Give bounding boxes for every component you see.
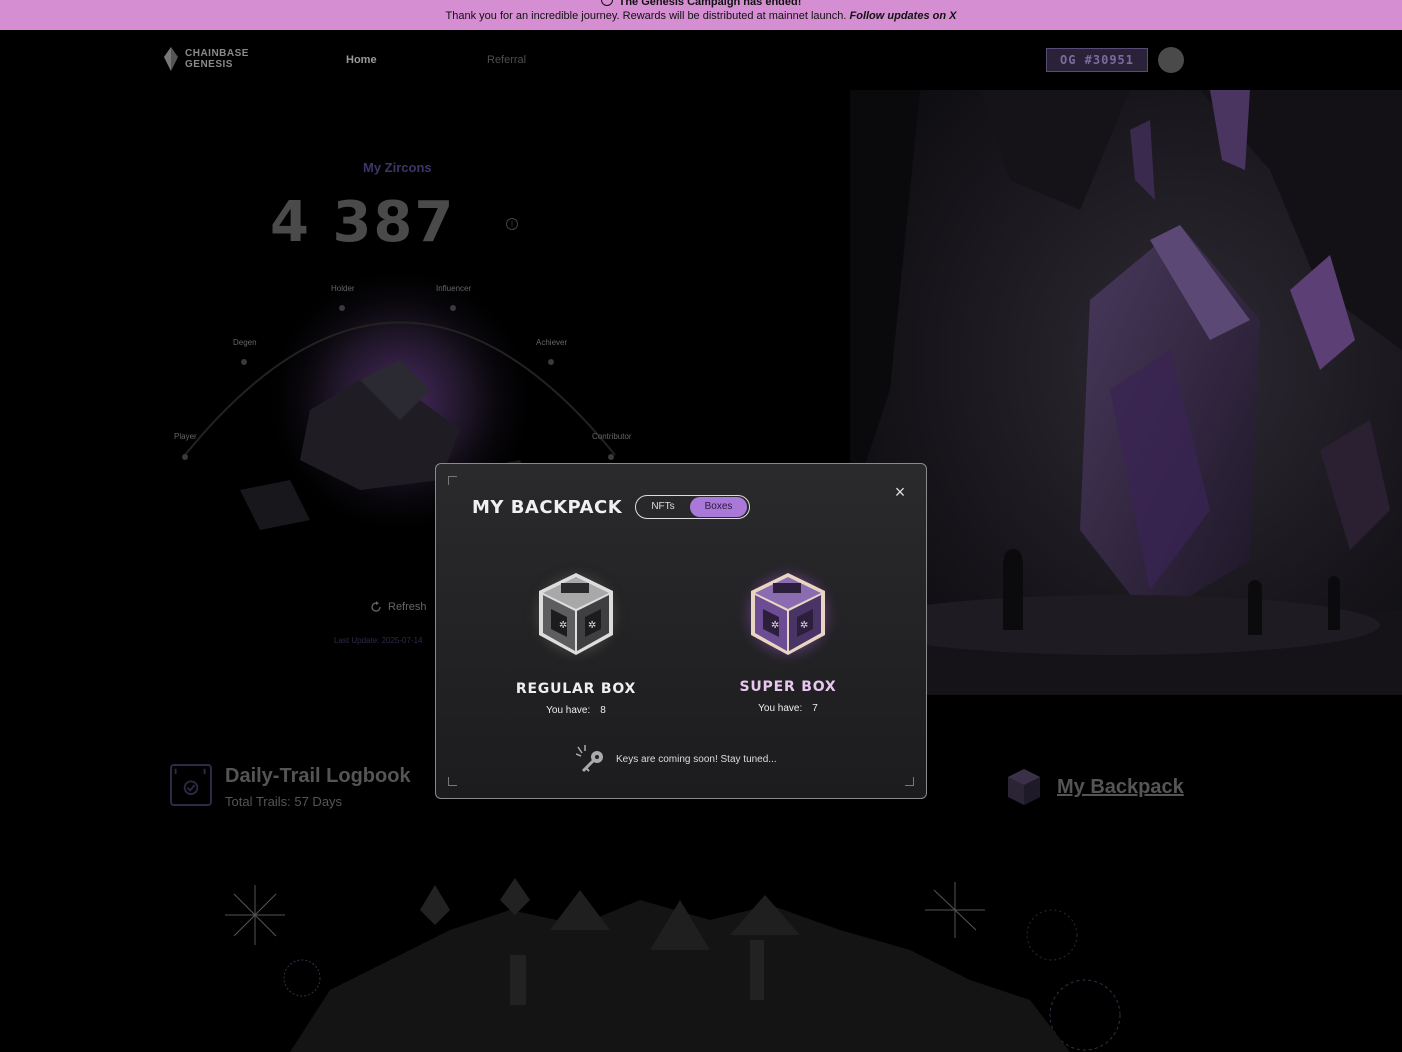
super-box-card[interactable]: ✲ ✲ SUPER BOX You have: 7 bbox=[718, 559, 858, 714]
svg-text:✲: ✲ bbox=[800, 620, 808, 631]
node-label-degen: Degen bbox=[233, 338, 257, 347]
tab-boxes[interactable]: Boxes bbox=[690, 497, 747, 517]
logo-line-2: GENESIS bbox=[185, 59, 233, 70]
regular-box-card[interactable]: ✲ ✲ REGULAR BOX You have: 8 bbox=[506, 559, 646, 716]
svg-text:✲: ✲ bbox=[588, 620, 596, 631]
banner-headline: The Genesis Campaign has ended! bbox=[0, 0, 1402, 8]
node-label-player: Player bbox=[174, 432, 197, 441]
logbook-title[interactable]: Daily-Trail Logbook bbox=[225, 765, 411, 788]
node-label-holder: Holder bbox=[331, 284, 355, 293]
corner-decoration bbox=[448, 777, 457, 786]
node-label-achiever: Achiever bbox=[536, 338, 568, 347]
village-illustration bbox=[225, 878, 1121, 1052]
corner-decoration bbox=[448, 476, 457, 485]
svg-text:✲: ✲ bbox=[559, 620, 567, 631]
crystal-logo-icon bbox=[164, 47, 178, 71]
refresh-button[interactable]: Refresh bbox=[370, 601, 427, 613]
modal-title: MY BACKPACK bbox=[472, 497, 623, 518]
key-icon bbox=[576, 745, 603, 773]
backpack-modal: MY BACKPACK NFTs Boxes × ✲ ✲ REGULAR BOX… bbox=[435, 463, 927, 799]
svg-text:✲: ✲ bbox=[771, 620, 779, 631]
nav-home[interactable]: Home bbox=[346, 54, 377, 66]
zircons-value: 4 387 bbox=[270, 190, 456, 255]
crystal-cave-illustration bbox=[850, 90, 1402, 695]
top-nav: CHAINBASE GENESIS Home Referral OG #3095… bbox=[0, 30, 1402, 90]
backpack-tabs: NFTs Boxes bbox=[635, 495, 750, 519]
node-label-contributor: Contributor bbox=[592, 432, 632, 441]
super-box-icon: ✲ ✲ bbox=[734, 560, 842, 668]
refresh-icon bbox=[371, 601, 381, 612]
close-icon[interactable]: × bbox=[892, 483, 908, 501]
super-box-name: SUPER BOX bbox=[739, 679, 837, 695]
my-backpack-link[interactable]: My Backpack bbox=[1057, 776, 1184, 799]
logo[interactable]: CHAINBASE GENESIS bbox=[164, 47, 249, 71]
super-box-count: You have: 7 bbox=[758, 703, 818, 714]
announcement-banner: The Genesis Campaign has ended! Thank yo… bbox=[0, 0, 1402, 30]
avatar[interactable] bbox=[1158, 47, 1184, 73]
logbook-total-trails: Total Trails: 57 Days bbox=[225, 794, 343, 809]
zircons-title: My Zircons bbox=[363, 160, 432, 175]
banner-message: Thank you for an incredible journey. Rew… bbox=[445, 10, 957, 22]
keys-note: Keys are coming soon! Stay tuned... bbox=[576, 745, 777, 773]
logo-line-1: CHAINBASE bbox=[185, 48, 249, 59]
regular-box-icon: ✲ ✲ bbox=[522, 560, 630, 668]
corner-decoration bbox=[905, 777, 914, 786]
calendar-icon bbox=[170, 764, 212, 806]
info-icon[interactable]: i bbox=[506, 218, 518, 230]
clock-icon bbox=[600, 0, 613, 6]
nav-referral[interactable]: Referral bbox=[487, 54, 526, 66]
tab-nfts[interactable]: NFTs bbox=[636, 497, 690, 517]
follow-x-link[interactable]: Follow updates on X bbox=[850, 10, 957, 22]
node-label-influencer: Influencer bbox=[436, 284, 472, 293]
og-badge: OG #30951 bbox=[1046, 48, 1148, 72]
last-update: Last Update: 2025-07-14 bbox=[334, 636, 423, 645]
regular-box-count: You have: 8 bbox=[546, 705, 606, 716]
backpack-box-icon bbox=[1008, 769, 1040, 805]
regular-box-name: REGULAR BOX bbox=[515, 681, 637, 697]
